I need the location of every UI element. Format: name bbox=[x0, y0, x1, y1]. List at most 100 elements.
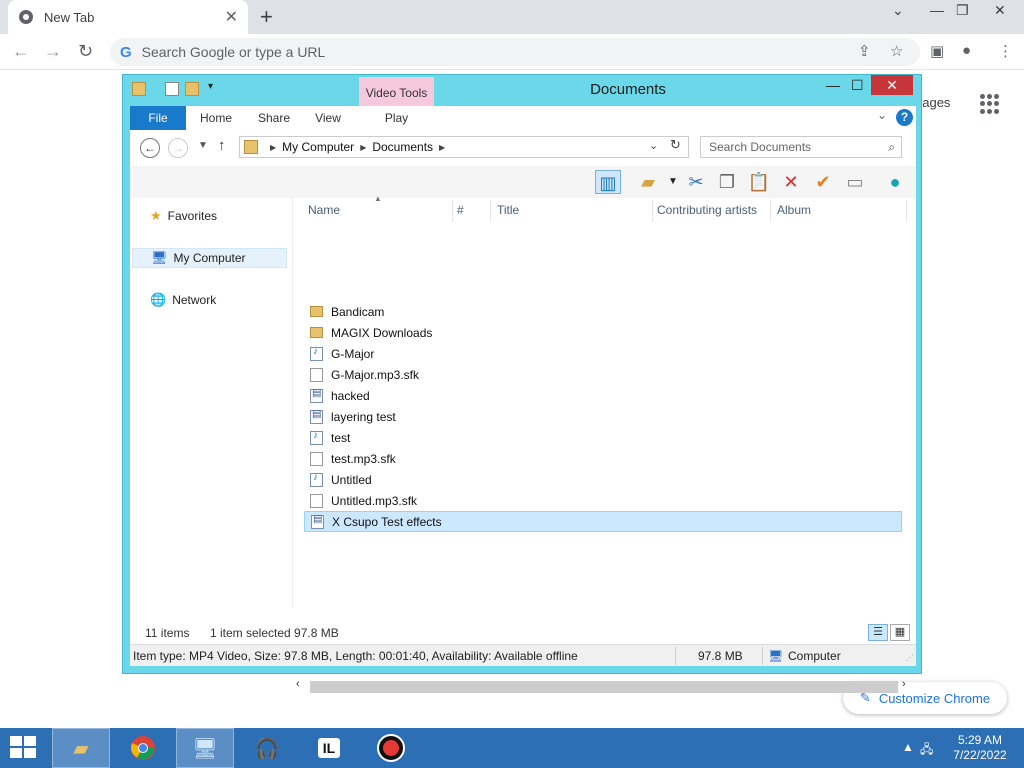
large-icons-view-icon[interactable]: ▦ bbox=[890, 624, 910, 641]
windows-start-icon[interactable] bbox=[10, 736, 38, 760]
tab-share[interactable]: Share bbox=[250, 106, 298, 130]
breadcrumb-my-computer[interactable]: My Computer bbox=[282, 140, 354, 154]
explorer-maximize-icon[interactable]: ☐ bbox=[851, 77, 864, 94]
column-album[interactable]: Album bbox=[777, 203, 811, 217]
file-row[interactable]: Untitled.mp3.sfk bbox=[304, 490, 902, 511]
cut-icon[interactable]: ✂ bbox=[683, 170, 709, 194]
chrome-taskbar-icon[interactable] bbox=[114, 728, 172, 768]
copy-icon[interactable]: ❐ bbox=[714, 170, 740, 194]
check-icon[interactable]: ✔ bbox=[810, 170, 836, 194]
tab-file[interactable]: File bbox=[130, 106, 186, 130]
breadcrumb-separator-icon[interactable]: ▶ bbox=[360, 143, 366, 152]
column-name[interactable]: Name bbox=[308, 203, 340, 217]
file-row[interactable]: G-Major bbox=[304, 343, 902, 364]
file-row[interactable]: test bbox=[304, 427, 902, 448]
lmms-taskbar-icon[interactable]: IL bbox=[300, 728, 358, 768]
nav-favorites[interactable]: ★ Favorites bbox=[132, 206, 287, 226]
forward-button[interactable]: → bbox=[168, 138, 188, 158]
scroll-right-icon[interactable]: › bbox=[902, 678, 906, 690]
column-divider[interactable] bbox=[452, 200, 453, 222]
minimize-icon[interactable]: — bbox=[930, 2, 944, 18]
file-row[interactable]: hacked bbox=[304, 385, 902, 406]
quick-access-dropdown-icon[interactable]: ▾ bbox=[208, 81, 213, 92]
chrome-logo-icon bbox=[130, 736, 155, 760]
nav-network[interactable]: 🌐 Network bbox=[132, 290, 287, 310]
profile-avatar-icon[interactable]: ● bbox=[962, 42, 971, 59]
column-divider[interactable] bbox=[770, 200, 771, 222]
address-dropdown-icon[interactable]: ⌄ bbox=[649, 139, 658, 152]
nav-my-computer[interactable]: 🖥 My Computer bbox=[132, 248, 287, 268]
tab-new-tab[interactable]: New Tab ✕ bbox=[8, 0, 248, 34]
column-contributing-artists[interactable]: Contributing artists bbox=[657, 203, 757, 217]
network-tray-icon[interactable]: 🖧 bbox=[920, 740, 933, 761]
back-icon[interactable]: ← bbox=[12, 41, 30, 62]
column-divider[interactable] bbox=[906, 200, 907, 222]
system-clock[interactable]: 5:29 AM 7/22/2022 bbox=[940, 733, 1020, 763]
resize-grip-icon[interactable]: ⋰ bbox=[906, 653, 914, 662]
tab-title: New Tab bbox=[44, 9, 95, 25]
paste-icon[interactable]: 📋 bbox=[746, 170, 772, 194]
file-row[interactable]: layering test bbox=[304, 406, 902, 427]
show-hidden-icons-icon[interactable]: ▲ bbox=[902, 740, 914, 754]
audio-file-icon bbox=[310, 430, 323, 445]
explorer-minimize-icon[interactable]: — bbox=[826, 77, 840, 93]
back-button[interactable]: ← bbox=[140, 138, 160, 158]
file-row[interactable]: Bandicam bbox=[304, 301, 902, 322]
file-explorer-taskbar-icon[interactable]: ▰ bbox=[52, 728, 110, 768]
new-document-icon[interactable] bbox=[165, 82, 179, 96]
close-window-icon[interactable]: ✕ bbox=[994, 2, 1006, 19]
side-panel-icon[interactable]: ▣ bbox=[930, 42, 944, 60]
breadcrumb-separator-icon[interactable]: ▶ bbox=[270, 143, 276, 152]
explorer-close-button[interactable]: ✕ bbox=[871, 75, 913, 95]
scroll-left-icon[interactable]: ‹ bbox=[296, 678, 300, 690]
file-row[interactable]: G-Major.mp3.sfk bbox=[304, 364, 902, 385]
preview-pane-icon[interactable]: ▥ bbox=[595, 170, 621, 194]
new-folder-icon[interactable] bbox=[185, 82, 199, 96]
details-view-icon[interactable]: ☰ bbox=[868, 624, 888, 641]
globe-icon[interactable]: ● bbox=[882, 170, 908, 194]
recent-locations-icon[interactable]: ▼ bbox=[198, 140, 208, 151]
tab-close-icon[interactable]: ✕ bbox=[225, 7, 238, 27]
audacity-taskbar-icon[interactable]: 🎧 bbox=[238, 728, 296, 768]
folder-options-icon[interactable]: ▰ bbox=[635, 170, 661, 194]
delete-icon[interactable]: ✕ bbox=[778, 170, 804, 194]
bandicam-record-taskbar-icon[interactable] bbox=[362, 728, 420, 768]
help-icon[interactable]: ? bbox=[896, 109, 913, 126]
file-row-selected[interactable]: X Csupo Test effects bbox=[304, 511, 902, 532]
refresh-icon[interactable]: ↻ bbox=[670, 137, 681, 153]
ribbon-expand-icon[interactable]: ⌄ bbox=[877, 108, 887, 122]
reload-icon[interactable]: ↻ bbox=[78, 41, 93, 62]
restore-icon[interactable]: ❐ bbox=[956, 2, 969, 19]
tab-home[interactable]: Home bbox=[192, 106, 240, 130]
file-row[interactable]: MAGIX Downloads bbox=[304, 322, 902, 343]
item-location: Computer bbox=[788, 649, 841, 663]
file-row[interactable]: test.mp3.sfk bbox=[304, 448, 902, 469]
breadcrumb-separator-icon[interactable]: ▶ bbox=[439, 143, 445, 152]
search-icon[interactable]: ⌕ bbox=[888, 140, 895, 155]
share-icon[interactable]: ⇪ bbox=[858, 42, 871, 60]
file-name: G-Major.mp3.sfk bbox=[331, 367, 420, 382]
column-number[interactable]: # bbox=[457, 203, 464, 217]
bookmark-star-icon[interactable]: ☆ bbox=[890, 42, 903, 60]
column-title[interactable]: Title bbox=[497, 203, 519, 217]
search-input[interactable]: Search Documents ⌕ bbox=[700, 136, 902, 158]
file-row[interactable]: Untitled bbox=[304, 469, 902, 490]
menu-kebab-icon[interactable]: ⋮ bbox=[998, 42, 1013, 60]
column-divider[interactable] bbox=[652, 200, 653, 222]
column-divider[interactable] bbox=[490, 200, 491, 222]
new-tab-button[interactable]: + bbox=[260, 4, 273, 30]
forward-icon[interactable]: → bbox=[44, 41, 62, 62]
scrollbar-thumb[interactable] bbox=[310, 681, 898, 693]
omnibox[interactable]: G Search Google or type a URL bbox=[110, 38, 920, 66]
address-bar[interactable]: ▶ My Computer ▶ Documents ▶ bbox=[239, 136, 689, 158]
tab-play[interactable]: Play bbox=[359, 106, 434, 130]
google-apps-icon[interactable] bbox=[980, 94, 1000, 114]
folder-properties-icon[interactable] bbox=[132, 82, 146, 96]
tab-search-icon[interactable]: ⌄ bbox=[892, 2, 904, 19]
horizontal-scrollbar[interactable]: ‹ › bbox=[296, 678, 910, 694]
breadcrumb-documents[interactable]: Documents bbox=[372, 140, 433, 154]
rename-icon[interactable]: ▭ bbox=[842, 170, 868, 194]
up-level-icon[interactable]: ↑ bbox=[218, 137, 226, 154]
tab-view[interactable]: View bbox=[306, 106, 350, 130]
network-setup-taskbar-icon[interactable]: 🖥 bbox=[176, 728, 234, 768]
